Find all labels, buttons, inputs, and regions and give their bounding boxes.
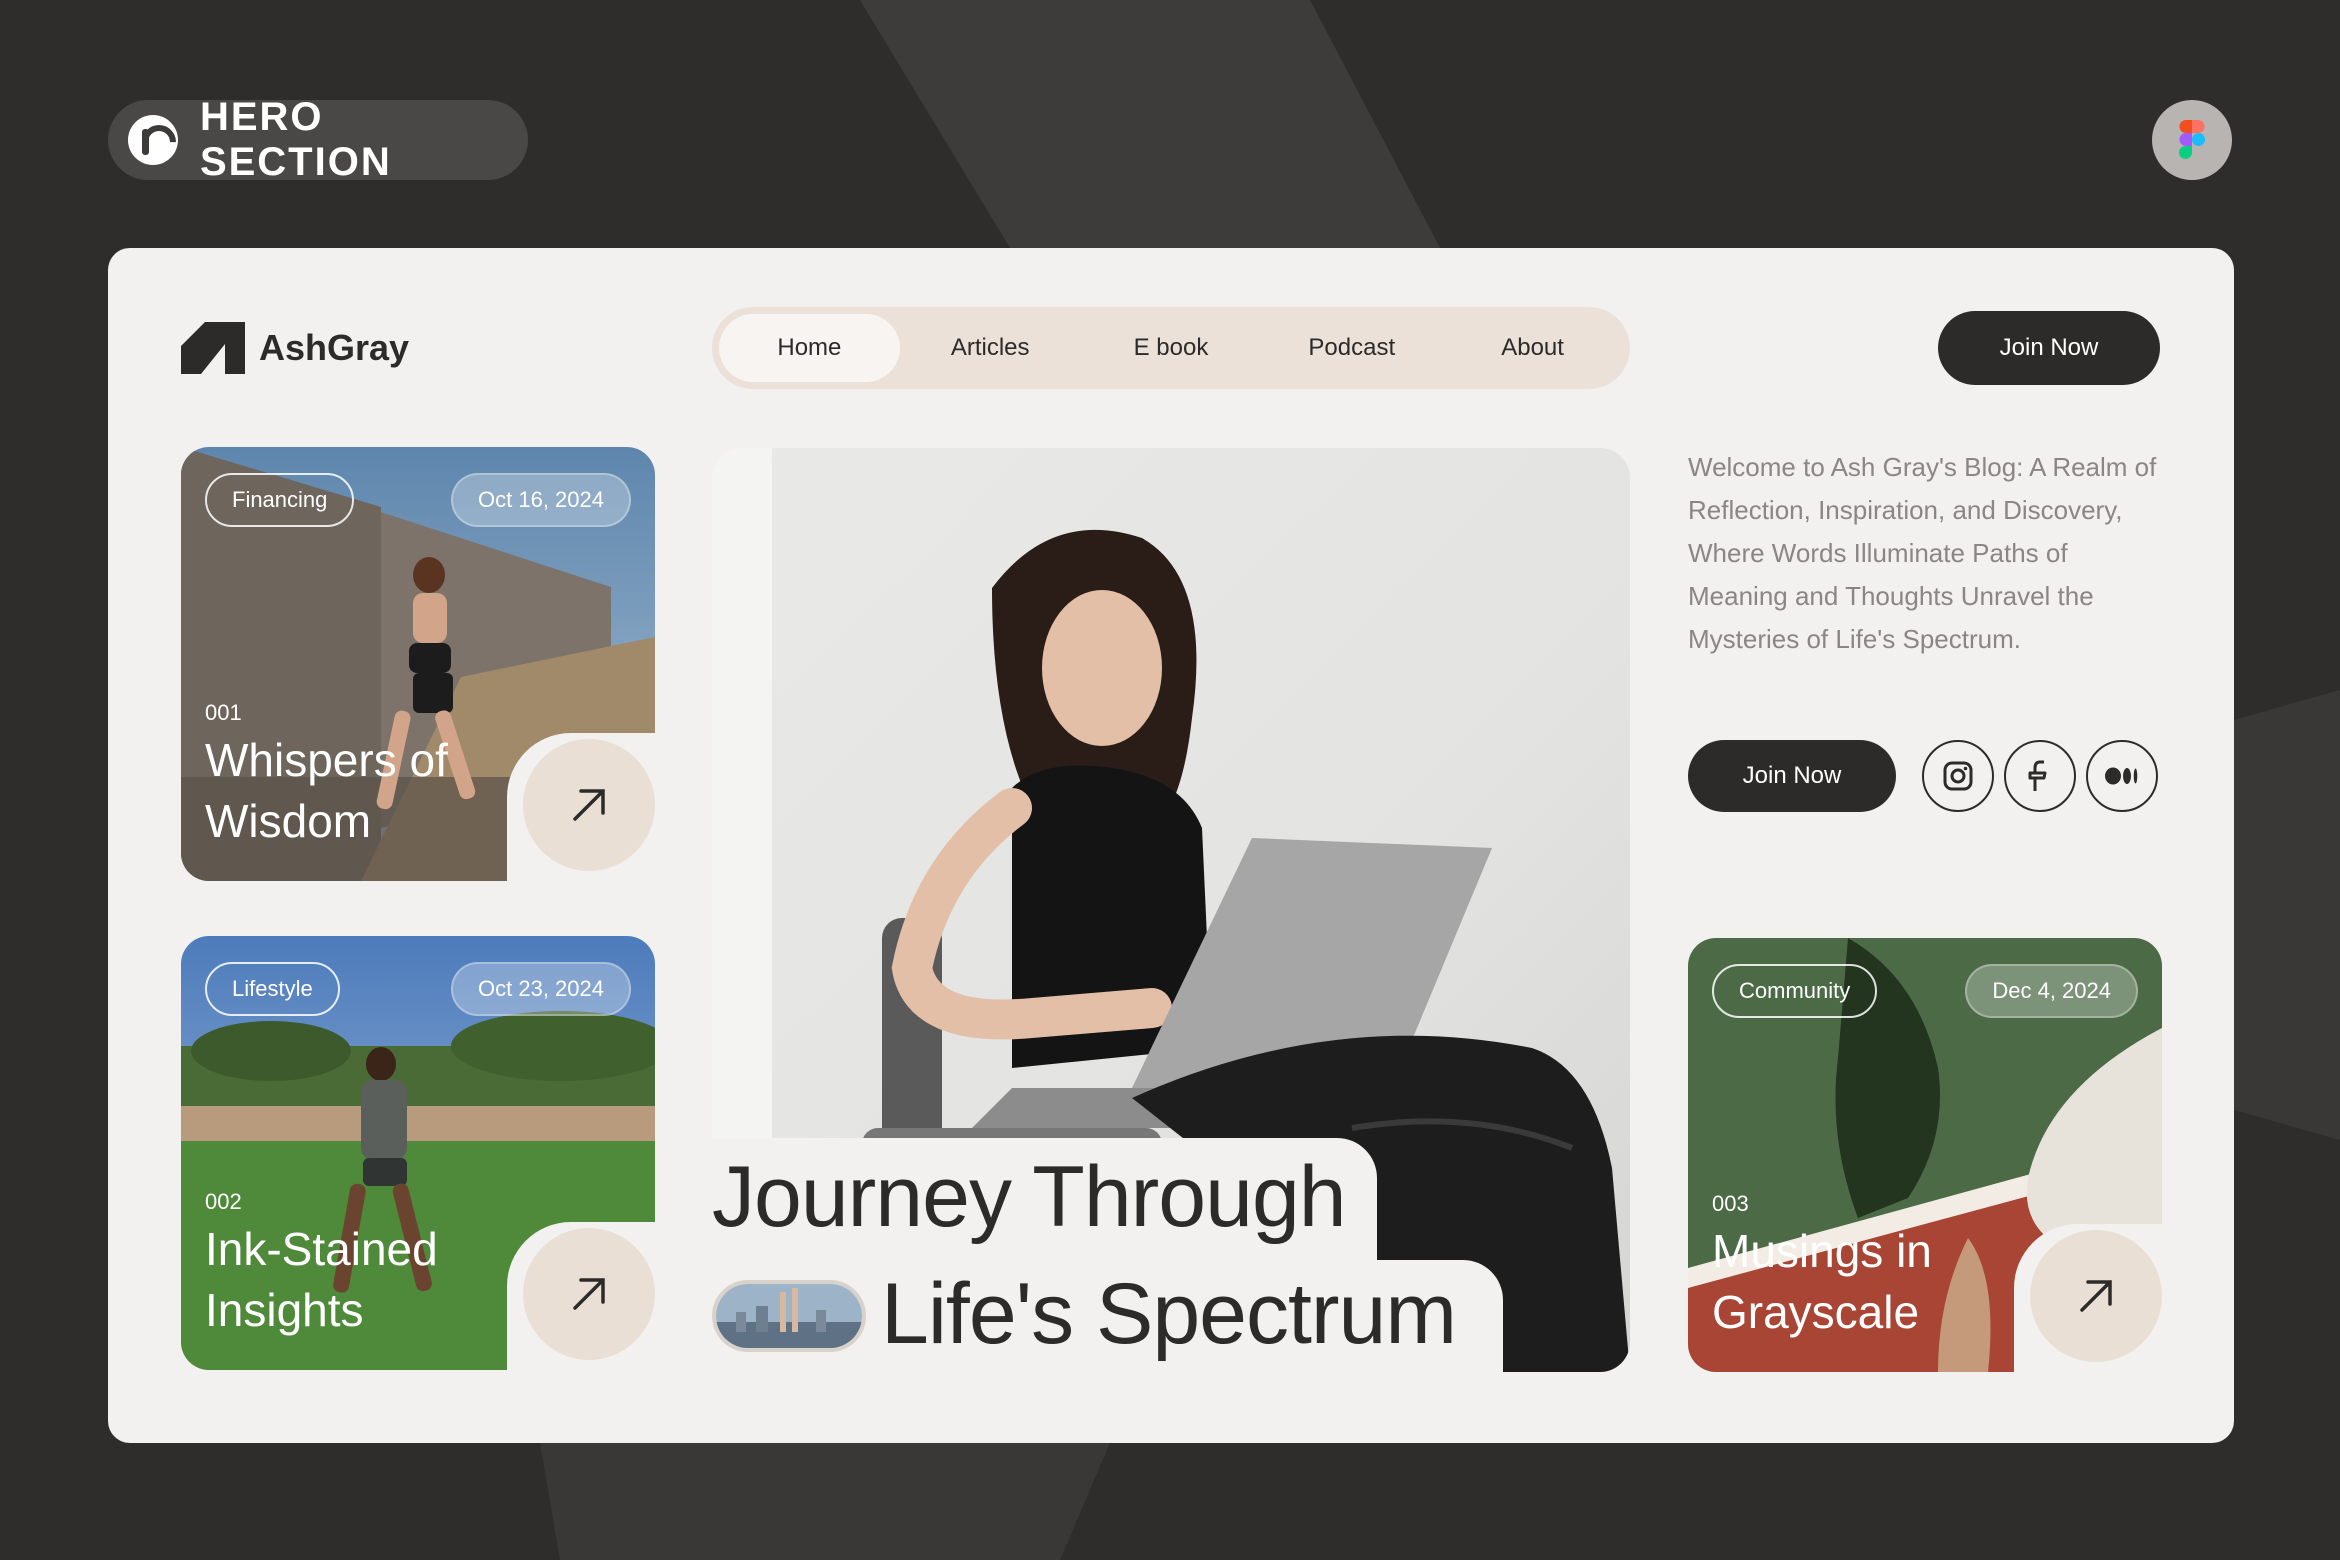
hero-card: AshGray Home Articles E book Podcast Abo…: [108, 248, 2234, 1443]
section-badge: HERO SECTION: [108, 95, 528, 184]
hero-title-line2: Life's Spectrum: [881, 1266, 1457, 1362]
intro-text: Welcome to Ash Gray's Blog: A Realm of R…: [1688, 452, 2157, 654]
card-number: 001: [205, 700, 242, 725]
category-chip[interactable]: Community: [1712, 964, 1878, 1018]
nav-item-ebook[interactable]: E book: [1081, 314, 1262, 382]
p-logo-icon: [128, 115, 178, 165]
article-card[interactable]: Financing Oct 16, 2024 001 Whispers of W…: [181, 447, 657, 883]
hero-thumbnail: [712, 1280, 866, 1352]
card-title: Musings in Grayscale: [1712, 1225, 1932, 1338]
article-card[interactable]: Lifestyle Oct 23, 2024 002 Ink-Stained I…: [181, 936, 657, 1372]
open-article-button[interactable]: [523, 739, 655, 871]
ashgray-logo-icon: [181, 322, 245, 374]
join-now-header-button[interactable]: Join Now: [1938, 311, 2160, 385]
nav-item-podcast[interactable]: Podcast: [1261, 314, 1442, 382]
open-article-button[interactable]: [2030, 1230, 2162, 1362]
card-title: Whispers of Wisdom: [205, 734, 448, 847]
card-number: 002: [205, 1189, 242, 1214]
open-article-button[interactable]: [523, 1228, 655, 1360]
date-chip: Dec 4, 2024: [1965, 964, 2138, 1018]
medium-icon[interactable]: [2086, 740, 2158, 812]
nav-item-articles[interactable]: Articles: [900, 314, 1081, 382]
category-chip[interactable]: Lifestyle: [205, 962, 340, 1016]
arrow-up-right-icon: [573, 789, 605, 821]
nav-item-home[interactable]: Home: [719, 314, 900, 382]
arrow-up-right-icon: [573, 1278, 605, 1310]
brand-logo[interactable]: AshGray: [181, 322, 409, 374]
facebook-icon[interactable]: [2004, 740, 2076, 812]
category-chip[interactable]: Financing: [205, 473, 355, 527]
arrow-up-right-icon: [2080, 1280, 2112, 1312]
figma-icon[interactable]: [2152, 100, 2232, 180]
date-chip: Oct 16, 2024: [451, 473, 631, 527]
nav-item-about[interactable]: About: [1442, 314, 1623, 382]
instagram-icon[interactable]: [1922, 740, 1994, 812]
main-nav: Home Articles E book Podcast About: [712, 307, 1630, 389]
join-now-button[interactable]: Join Now: [1688, 740, 1896, 812]
section-badge-label: HERO SECTION: [199, 95, 392, 184]
brand-name: AshGray: [259, 327, 410, 368]
date-chip: Oct 23, 2024: [451, 962, 631, 1016]
article-card[interactable]: Community Dec 4, 2024 003 Musings in Gra…: [1688, 938, 2164, 1374]
card-number: 003: [1712, 1191, 1749, 1216]
hero-title-line1: Journey Through: [712, 1149, 1347, 1245]
card-title: Ink-Stained Insights: [205, 1223, 438, 1336]
